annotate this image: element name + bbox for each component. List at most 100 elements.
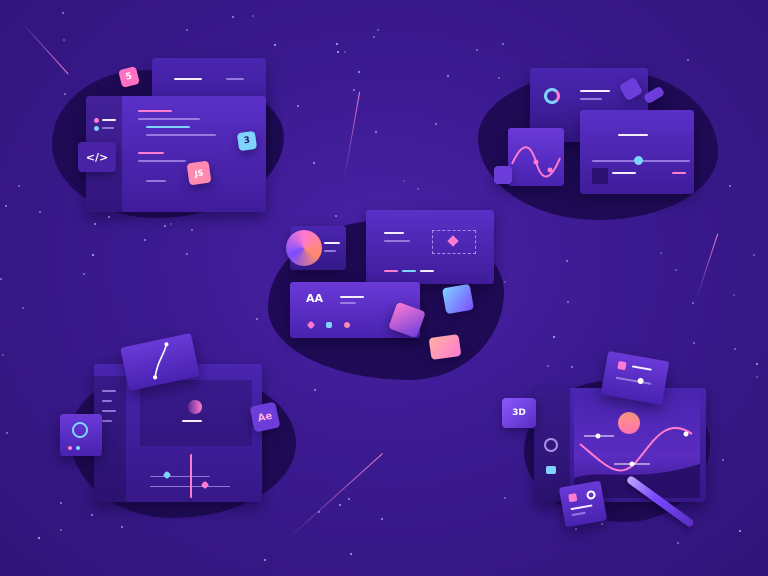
star: [756, 363, 758, 365]
status-dot: [68, 446, 72, 450]
star: [64, 93, 66, 95]
preview-area: [140, 380, 252, 446]
star: [164, 225, 166, 227]
star: [502, 43, 504, 45]
placeholder-box: [432, 230, 476, 254]
star: [733, 294, 735, 296]
text-line: [384, 240, 410, 242]
shape-icon: [344, 322, 350, 328]
slider-track: [615, 376, 652, 385]
star: [601, 523, 603, 525]
star: [677, 542, 679, 544]
star: [675, 269, 677, 271]
star: [417, 188, 419, 190]
shooting-star: [285, 453, 383, 541]
chart-window: [508, 128, 564, 186]
status-dot: [76, 446, 80, 450]
radio-icon: [585, 489, 597, 501]
star: [348, 498, 350, 500]
text-line: [612, 172, 636, 174]
star: [336, 43, 338, 45]
motion-ball: [188, 400, 202, 414]
star: [693, 342, 695, 344]
star: [22, 307, 24, 309]
star: [571, 366, 573, 368]
star: [739, 530, 741, 532]
layers-card: [558, 480, 608, 528]
layout-window: [366, 210, 494, 284]
js-icon: JS: [186, 160, 212, 186]
star: [660, 252, 662, 254]
star: [144, 239, 146, 241]
code-line: [146, 180, 166, 182]
star: [435, 123, 437, 125]
star: [252, 15, 254, 17]
layer-chip: [494, 166, 512, 184]
star: [63, 39, 65, 41]
star: [447, 75, 449, 77]
star: [722, 459, 724, 461]
star: [734, 348, 736, 350]
star: [339, 504, 341, 506]
diamond-icon: [447, 235, 459, 247]
color-token: [420, 270, 434, 272]
settings-window: [580, 110, 694, 194]
star: [92, 254, 94, 256]
star: [18, 185, 20, 187]
layer-row: [102, 420, 112, 422]
star: [191, 229, 193, 231]
star: [60, 529, 62, 531]
text-line: [226, 78, 244, 80]
shape-icon: [326, 322, 332, 328]
star: [94, 223, 96, 225]
text-line: [580, 90, 610, 92]
compass-icon: [544, 438, 558, 452]
star: [504, 497, 506, 499]
star: [350, 553, 352, 555]
color-token: [384, 270, 398, 272]
star: [335, 215, 337, 217]
star: [344, 51, 346, 53]
star: [687, 59, 689, 61]
text-line: [631, 365, 652, 371]
playhead: [190, 454, 192, 498]
status-dot: [94, 126, 99, 131]
text-line: [324, 242, 340, 244]
star: [0, 278, 2, 280]
swatch: [546, 466, 556, 474]
css3-icon: 3: [236, 130, 258, 152]
star: [375, 131, 377, 133]
layer-row: [102, 410, 116, 412]
ae-icon: Ae: [249, 401, 281, 433]
swatch: [592, 168, 608, 184]
star: [476, 49, 478, 51]
star: [5, 205, 7, 207]
star: [547, 365, 549, 367]
typeface-icon: AA: [306, 292, 324, 305]
text-line: [570, 504, 593, 511]
star: [91, 514, 93, 516]
code-line: [138, 160, 186, 162]
star: [575, 528, 577, 530]
clock-icon: [72, 422, 88, 438]
star: [186, 253, 188, 255]
star: [314, 389, 316, 391]
star: [337, 51, 339, 53]
cube-3d-icon: 3D: [502, 398, 536, 428]
star: [38, 537, 40, 539]
text-line: [340, 302, 356, 304]
code-line: [146, 134, 216, 136]
star: [504, 281, 506, 283]
shape-icon: [306, 320, 316, 330]
star: [297, 105, 299, 107]
code-line: [146, 126, 190, 128]
star: [566, 260, 568, 262]
star: [62, 12, 64, 14]
star: [39, 211, 41, 213]
star: [83, 273, 85, 275]
text-line: [324, 250, 336, 252]
clock-card: [60, 414, 102, 456]
text-line: [580, 98, 602, 100]
text-line: [182, 420, 202, 422]
slider-thumb: [634, 156, 643, 165]
